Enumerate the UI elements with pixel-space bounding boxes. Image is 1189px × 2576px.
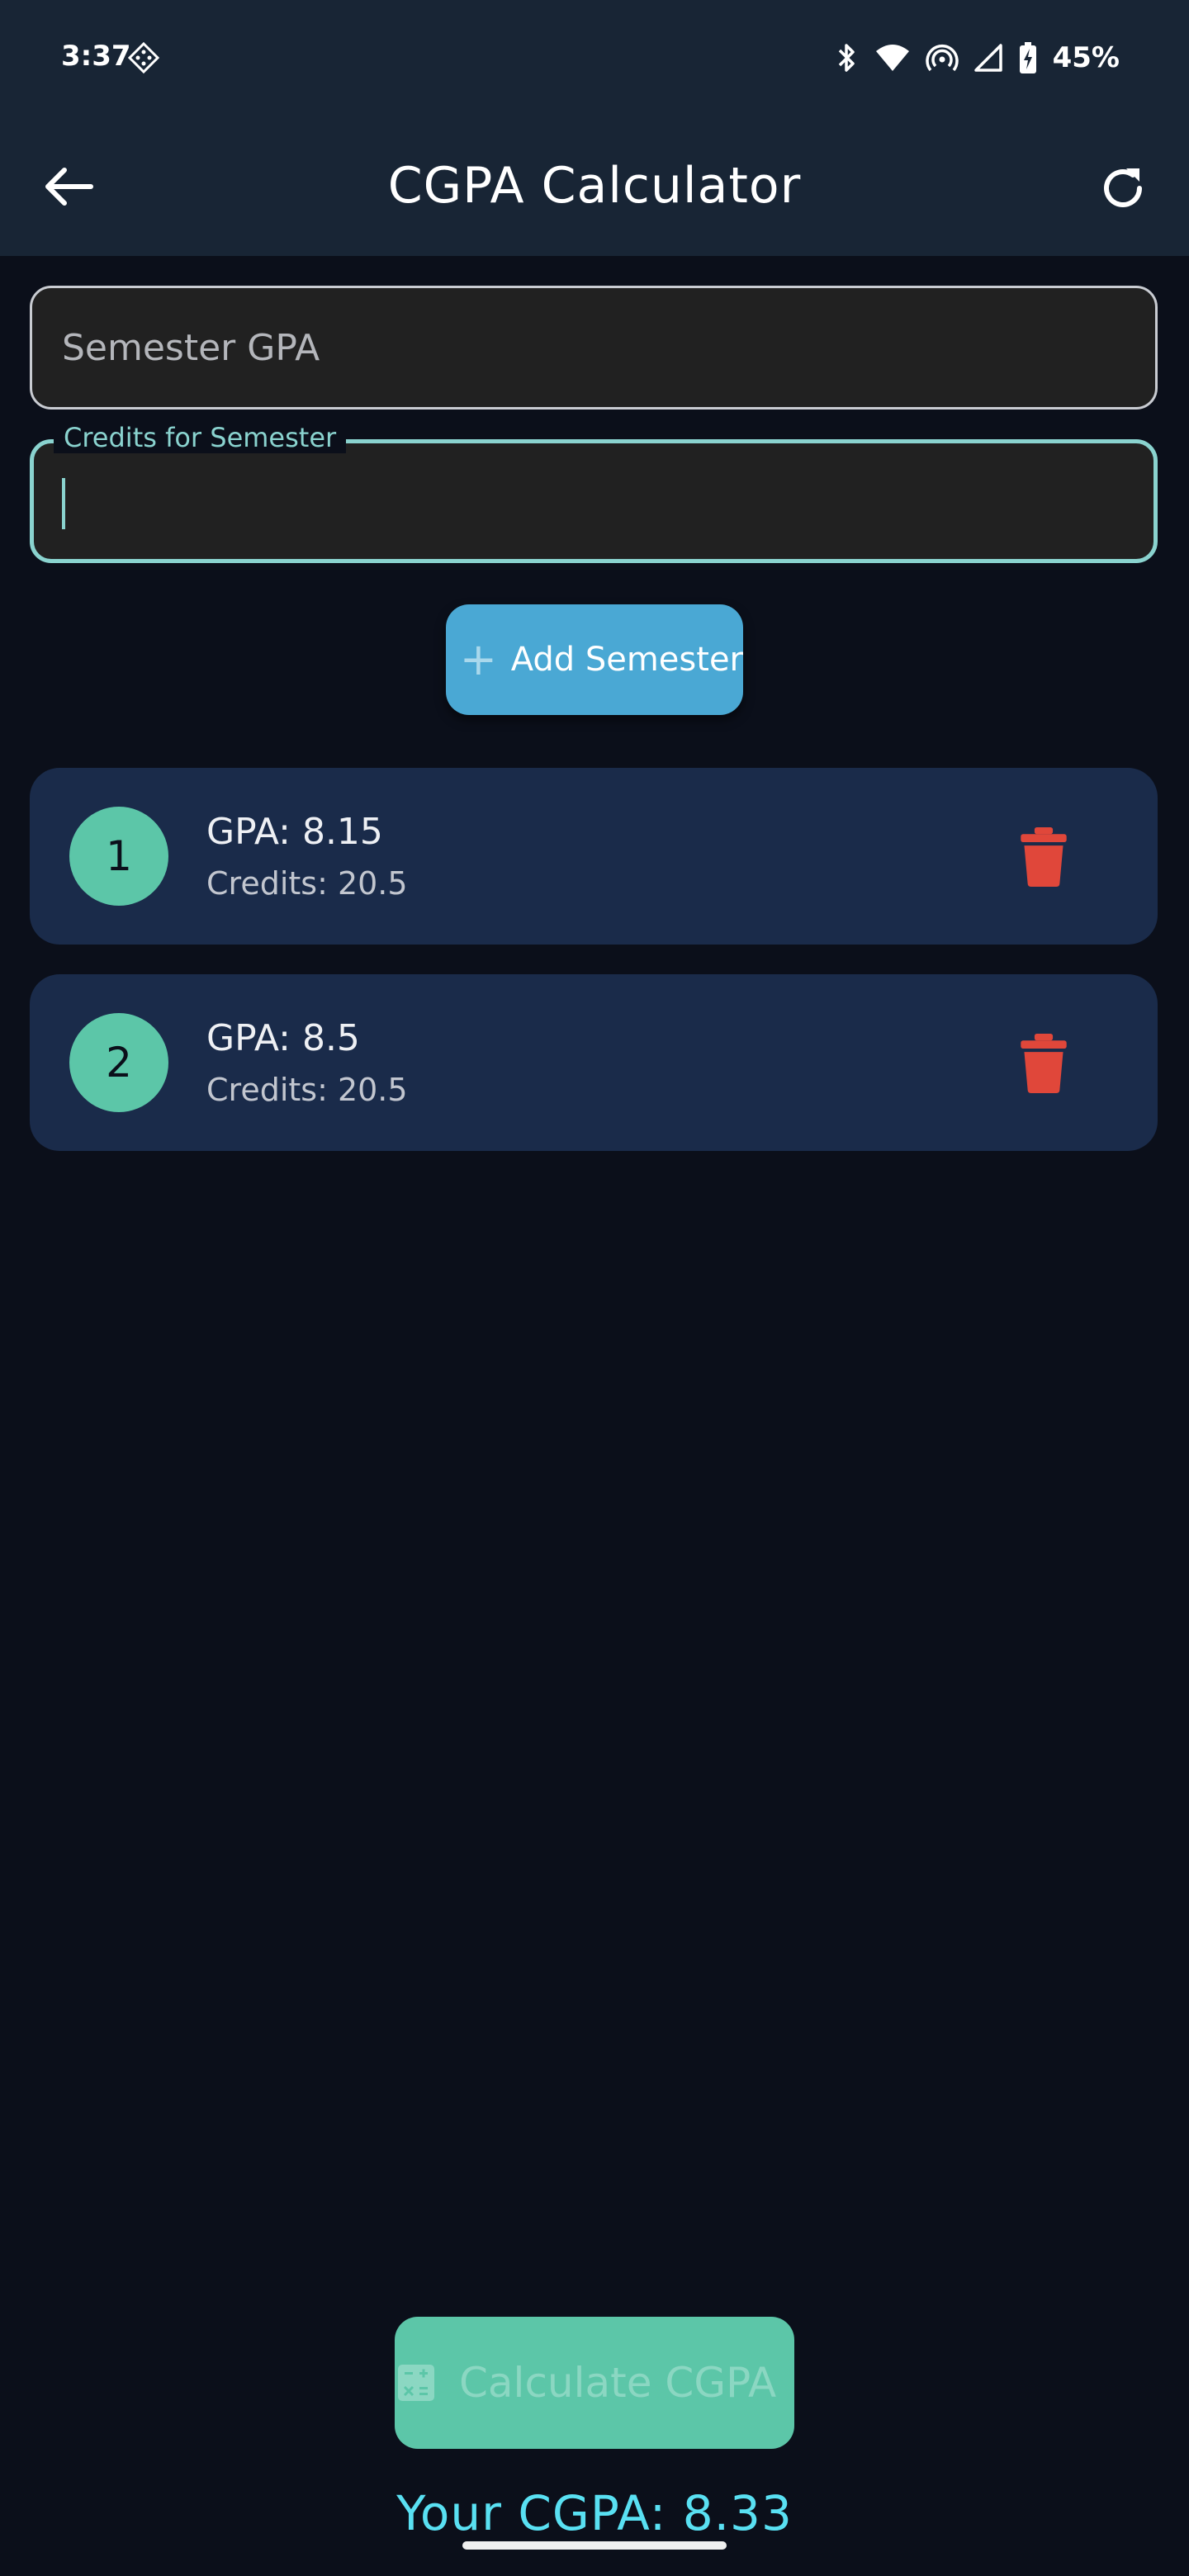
calculate-cgpa-button[interactable]: Calculate CGPA	[395, 2317, 794, 2449]
refresh-icon[interactable]	[1097, 162, 1149, 215]
wifi-icon	[875, 45, 909, 71]
credits-field[interactable]: Credits for Semester	[30, 422, 1158, 563]
semester-credits: Credits: 20.5	[206, 865, 408, 902]
cellular-signal-icon	[973, 44, 1002, 72]
semester-number-badge: 2	[69, 1013, 168, 1112]
plus-icon: +	[459, 633, 497, 685]
add-semester-label: Add Semester	[510, 641, 743, 679]
semester-number-badge: 1	[69, 807, 168, 906]
semester-card: 1 GPA: 8.15 Credits: 20.5	[30, 768, 1158, 945]
text-cursor	[62, 478, 65, 529]
credits-field-label: Credits for Semester	[54, 422, 347, 453]
delete-icon[interactable]	[1017, 1034, 1070, 1093]
calculator-icon	[398, 2365, 434, 2401]
semester-card: 2 GPA: 8.5 Credits: 20.5	[30, 974, 1158, 1151]
home-indicator[interactable]	[462, 2541, 727, 2550]
status-time: 3:37	[61, 40, 131, 73]
semester-gpa: GPA: 8.15	[206, 811, 383, 853]
diamond-notification-icon	[127, 41, 160, 74]
battery-charging-icon	[1019, 42, 1036, 73]
cgpa-result: Your CGPA: 8.33	[396, 2485, 793, 2541]
app-bar: CGPA Calculator	[0, 116, 1189, 256]
semester-credits: Credits: 20.5	[206, 1072, 408, 1108]
semester-gpa: GPA: 8.5	[206, 1017, 360, 1059]
semester-gpa-input[interactable]	[60, 288, 1127, 407]
delete-icon[interactable]	[1017, 827, 1070, 887]
calculate-cgpa-label: Calculate CGPA	[459, 2359, 777, 2407]
hotspot-icon	[925, 45, 959, 72]
bluetooth-icon	[838, 44, 855, 72]
add-semester-button[interactable]: + Add Semester	[446, 604, 743, 715]
page-title: CGPA Calculator	[387, 157, 802, 215]
semester-gpa-field[interactable]	[30, 286, 1158, 410]
status-bar: 3:37 45%	[0, 0, 1189, 116]
battery-percentage: 45%	[1052, 41, 1120, 74]
status-icons: 45%	[835, 38, 1120, 78]
